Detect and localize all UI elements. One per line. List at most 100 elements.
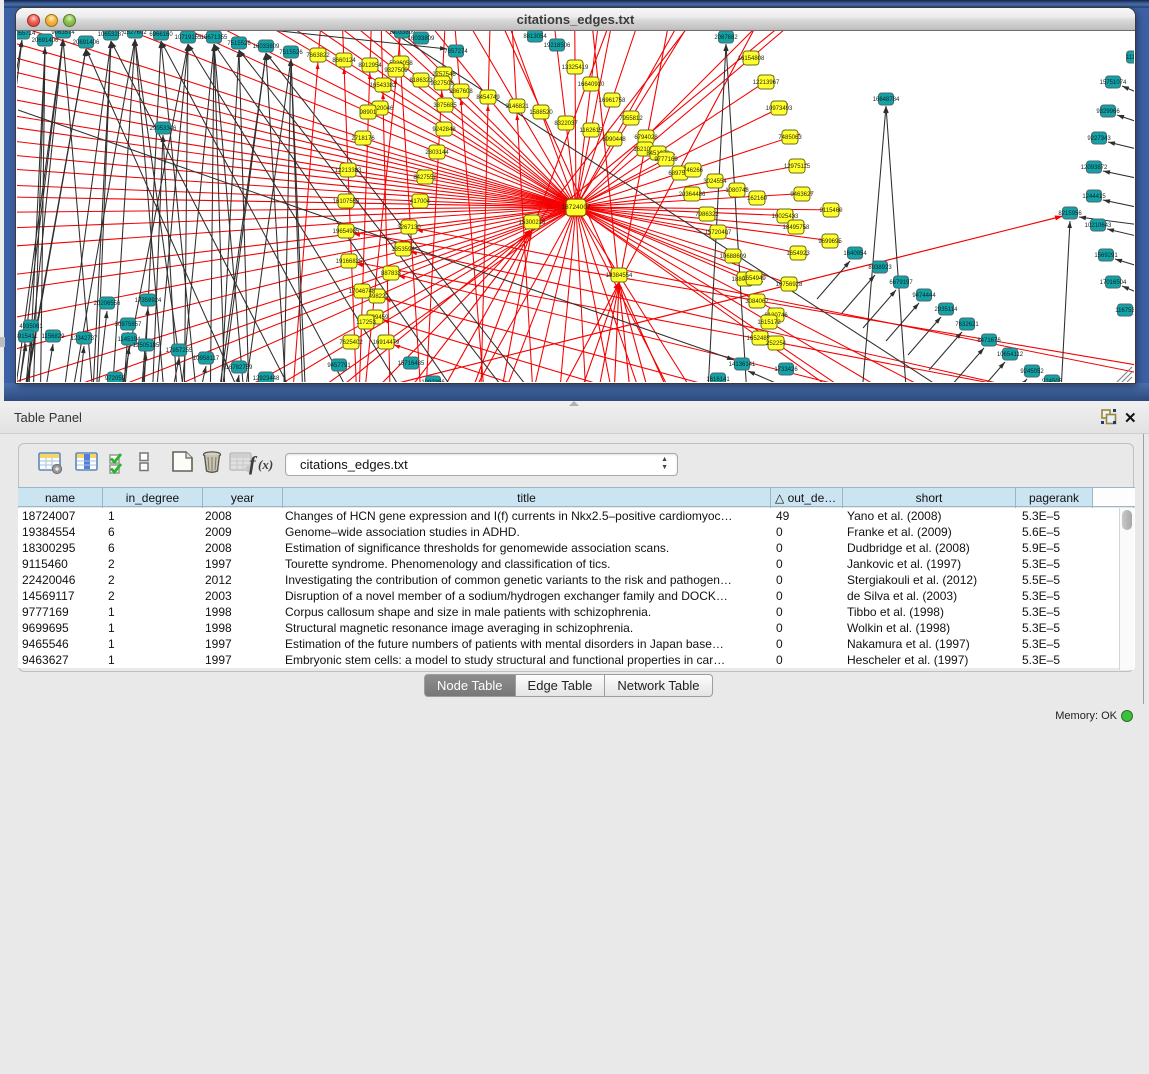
svg-text:8912954: 8912954 [358,63,382,69]
svg-text:1162615: 1162615 [580,128,604,134]
svg-text:12342737: 12342737 [71,336,98,342]
svg-text:2087682: 2087682 [714,35,738,41]
svg-text:8322037: 8322037 [554,121,578,127]
svg-text:7515526: 7515526 [279,50,303,56]
svg-text:17046748: 17046748 [349,289,376,295]
svg-text:8471676: 8471676 [977,338,1001,344]
svg-text:2935114: 2935114 [935,307,959,313]
svg-text:9777169: 9777169 [654,157,678,163]
svg-text:3875685: 3875685 [433,103,457,109]
svg-text:1654923: 1654923 [786,251,810,257]
svg-text:7625402: 7625402 [339,340,363,346]
svg-text:9327508: 9327508 [430,81,454,87]
svg-text:7857274: 7857274 [444,49,468,55]
svg-text:98901: 98901 [360,110,377,116]
svg-text:✕: ✕ [1124,410,1137,427]
svg-text:15300213: 15300213 [519,220,546,226]
svg-text:18724007: 18724007 [561,204,591,211]
svg-text:17016504: 17016504 [1100,280,1127,286]
svg-text:7955812: 7955812 [619,116,643,122]
svg-text:924505: 924505 [1042,379,1063,382]
svg-text:17359924: 17359924 [135,298,162,304]
svg-text:9463627: 9463627 [790,192,814,198]
svg-text:1244415: 1244415 [1082,194,1106,200]
svg-text:10756928: 10756928 [776,282,803,288]
svg-text:746266: 746266 [683,168,704,174]
svg-text:20206556: 20206556 [94,301,121,307]
svg-text:19166825: 19166825 [336,259,363,265]
svg-text:7485063: 7485063 [778,135,802,141]
svg-text:4935061: 4935061 [19,324,43,330]
svg-text:6794028: 6794028 [634,135,658,141]
svg-text:2718176: 2718176 [351,136,375,142]
svg-text:9115460: 9115460 [820,208,844,214]
svg-text:11174: 11174 [1126,55,1134,61]
svg-text:29053346: 29053346 [150,126,177,132]
svg-text:20691406: 20691406 [73,40,100,46]
svg-text:7663822: 7663822 [306,53,330,59]
svg-text:2867608: 2867608 [449,89,473,95]
svg-text:7515526: 7515526 [227,41,251,47]
svg-text:1569291: 1569291 [1094,253,1118,259]
svg-text:12093872: 12093872 [1081,165,1108,171]
svg-text:20691406: 20691406 [32,38,59,44]
svg-text:10654112: 10654112 [997,352,1024,358]
svg-text:10958117: 10958117 [193,356,220,362]
svg-text:972059: 972059 [105,376,126,382]
svg-text:10719155: 10719155 [175,35,202,41]
svg-text:1080748: 1080748 [725,188,749,194]
svg-text:15716485: 15716485 [398,361,425,367]
svg-text:13325419: 13325419 [562,65,589,71]
svg-text:6679197: 6679197 [889,280,913,286]
svg-text:8215956: 8215956 [1058,211,1082,217]
svg-text:6966160: 6966160 [149,32,173,38]
svg-text:9227343: 9227343 [1087,136,1111,142]
svg-text:1527602: 1527602 [123,31,147,36]
svg-text:8990448: 8990448 [602,137,626,143]
svg-text:10025433: 10025433 [772,214,799,220]
svg-text:8427552: 8427552 [413,175,437,181]
svg-text:16107553: 16107553 [333,199,360,205]
svg-text:1654949: 1654949 [742,276,766,282]
svg-text:1156829: 1156829 [42,334,66,340]
svg-text:14136141: 14136141 [729,362,756,368]
svg-text:9146821: 9146821 [505,104,529,110]
svg-text:9327509: 9327509 [384,68,408,74]
svg-text:15751074: 15751074 [1100,80,1127,86]
svg-text:17957255: 17957255 [166,348,193,354]
svg-text:12213383: 12213383 [335,168,362,174]
svg-text:2803144: 2803144 [425,150,449,156]
svg-text:1588520: 1588520 [529,110,553,116]
svg-text:10210643: 10210643 [1085,223,1112,229]
svg-text:417004: 417004 [410,199,431,205]
svg-text:16640910: 16640910 [578,82,605,88]
svg-text:162160: 162160 [747,196,768,202]
svg-text:16033809: 16033809 [408,36,435,42]
svg-text:9063574: 9063574 [51,31,75,36]
svg-text:1353594: 1353594 [391,247,415,253]
svg-text:1733426: 1733426 [774,367,798,373]
svg-text:16033809: 16033809 [253,44,280,50]
svg-text:1640954: 1640954 [843,251,867,257]
svg-text:14055714: 14055714 [17,31,36,37]
svg-text:3084067: 3084067 [745,299,769,305]
svg-text:7986322: 7986322 [695,212,719,218]
svg-text:116753: 116753 [1115,308,1134,314]
svg-text:9699695: 9699695 [818,239,842,245]
svg-text:16154808: 16154808 [738,56,765,62]
svg-text:9245052: 9245052 [1020,369,1044,375]
svg-text:19218506: 19218506 [544,43,571,49]
svg-text:8813054: 8813054 [523,34,547,40]
svg-text:f: f [249,453,258,475]
svg-text:16543382: 16543382 [370,83,397,89]
svg-text:3024554: 3024554 [703,179,727,185]
svg-text:9242848: 9242848 [432,127,456,133]
svg-text:30975857: 30975857 [115,322,142,328]
svg-text:1615172: 1615172 [757,320,781,326]
svg-text:15720407: 15720407 [705,230,732,236]
svg-text:8454749: 8454749 [476,95,500,101]
svg-text:10653287: 10653287 [98,32,125,38]
svg-text:1092366: 1092366 [421,380,445,382]
svg-text:7632621: 7632621 [955,322,979,328]
svg-text:16961758: 16961758 [599,98,626,104]
